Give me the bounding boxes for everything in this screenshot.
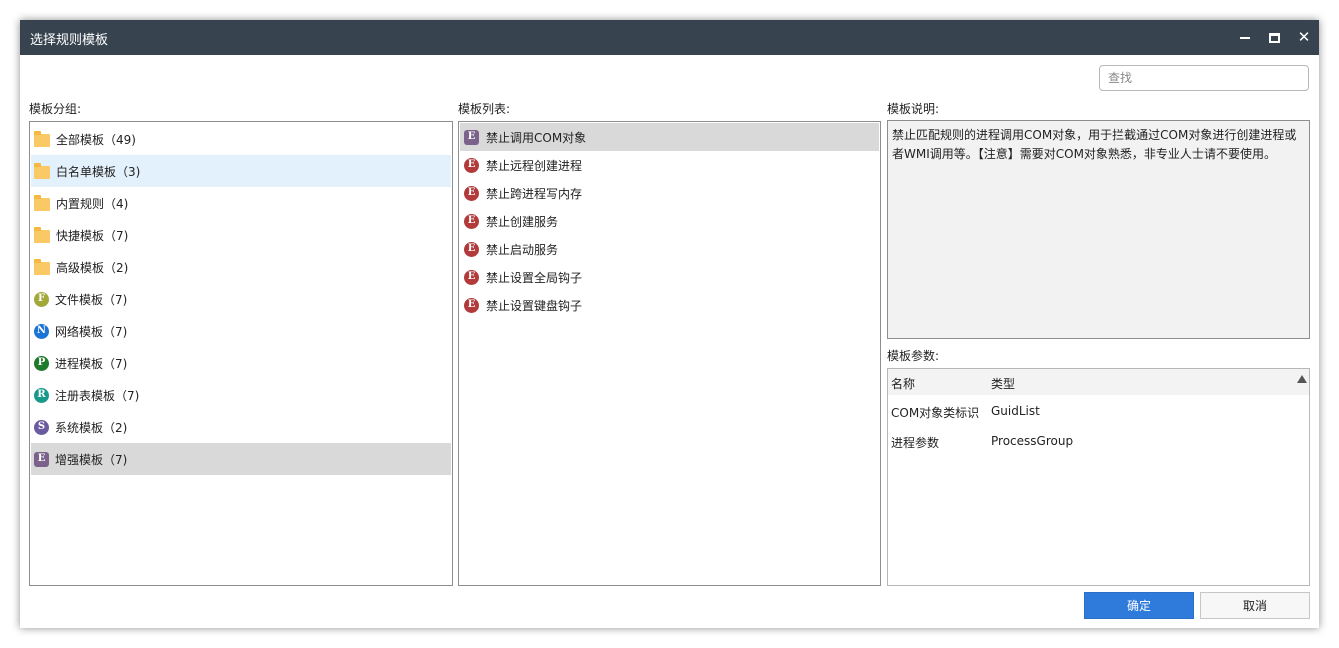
- cancel-button[interactable]: 取消: [1200, 592, 1310, 619]
- params-label: 模板参数:: [887, 349, 940, 363]
- registry-badge-icon: R: [34, 387, 49, 403]
- param-type: ProcessGroup: [991, 434, 1074, 448]
- param-type: GuidList: [991, 404, 1040, 418]
- search-input[interactable]: [1099, 65, 1309, 91]
- template-item-label: 禁止启动服务: [486, 242, 559, 257]
- group-item-quick[interactable]: 快捷模板（7): [31, 219, 451, 251]
- params-table-header: 名称 类型: [888, 369, 1309, 395]
- template-item[interactable]: E 禁止创建服务: [460, 207, 879, 235]
- close-icon: ✕: [1297, 28, 1311, 46]
- group-item-system[interactable]: S 系统模板（2): [31, 411, 451, 443]
- template-list-label: 模板列表:: [458, 102, 511, 116]
- folder-icon: [34, 130, 50, 147]
- group-item-label: 增强模板（7): [55, 452, 128, 467]
- group-item-network[interactable]: N 网络模板（7): [31, 315, 451, 347]
- title-bar[interactable]: 选择规则模板 ✕: [20, 20, 1319, 55]
- group-item-label: 注册表模板（7): [55, 388, 140, 403]
- group-list[interactable]: 全部模板（49) 白名单模板（3) 内置规则（4) 快捷模板（7) 高级模板（2…: [29, 121, 453, 586]
- group-item-builtin[interactable]: 内置规则（4): [31, 187, 451, 219]
- minimize-button[interactable]: [1230, 20, 1260, 55]
- group-item-label: 系统模板（2): [55, 420, 128, 435]
- enhanced-badge-icon: E: [464, 185, 479, 201]
- enhanced-badge-icon: E: [464, 297, 479, 313]
- table-row[interactable]: 进程参数 ProcessGroup: [888, 427, 1309, 457]
- group-item-enhanced[interactable]: E 增强模板（7): [31, 443, 451, 475]
- template-item[interactable]: E 禁止启动服务: [460, 235, 879, 263]
- template-item-label: 禁止远程创建进程: [486, 158, 583, 173]
- template-list[interactable]: E 禁止调用COM对象 E 禁止远程创建进程 E 禁止跨进程写内存 E 禁止创建…: [458, 121, 881, 586]
- table-row[interactable]: COM对象类标识 GuidList: [888, 397, 1309, 427]
- column-header-type[interactable]: 类型: [991, 375, 1015, 392]
- folder-icon: [34, 226, 50, 243]
- group-item-label: 进程模板（7): [55, 356, 128, 371]
- maximize-button[interactable]: [1259, 20, 1289, 55]
- group-item-all[interactable]: 全部模板（49): [31, 123, 451, 155]
- column-header-name[interactable]: 名称: [891, 375, 915, 392]
- process-badge-icon: P: [34, 355, 49, 371]
- sort-ascending-icon[interactable]: [1297, 375, 1307, 383]
- enhanced-badge-icon: E: [464, 241, 479, 257]
- group-item-label: 网络模板（7): [55, 324, 128, 339]
- group-item-label: 全部模板（49): [56, 132, 136, 147]
- template-item[interactable]: E 禁止调用COM对象: [460, 123, 879, 151]
- template-item-label: 禁止设置键盘钩子: [486, 298, 583, 313]
- enhanced-badge-icon: E: [464, 129, 479, 145]
- enhanced-badge-icon: E: [464, 157, 479, 173]
- file-badge-icon: F: [34, 291, 49, 307]
- close-button[interactable]: ✕: [1289, 20, 1319, 55]
- template-item-label: 禁止设置全局钩子: [486, 270, 583, 285]
- template-item-label: 禁止跨进程写内存: [486, 186, 583, 201]
- template-item[interactable]: E 禁止设置键盘钩子: [460, 291, 879, 319]
- ok-button[interactable]: 确定: [1084, 592, 1194, 619]
- enhanced-badge-icon: E: [464, 213, 479, 229]
- template-item[interactable]: E 禁止跨进程写内存: [460, 179, 879, 207]
- enhanced-badge-icon: E: [34, 451, 49, 467]
- group-item-advanced[interactable]: 高级模板（2): [31, 251, 451, 283]
- group-item-label: 文件模板（7): [55, 292, 128, 307]
- enhanced-badge-icon: E: [464, 269, 479, 285]
- params-table[interactable]: 名称 类型 COM对象类标识 GuidList 进程参数 ProcessGrou…: [887, 368, 1310, 586]
- param-name: COM对象类标识: [891, 406, 980, 420]
- group-item-process[interactable]: P 进程模板（7): [31, 347, 451, 379]
- group-item-file[interactable]: F 文件模板（7): [31, 283, 451, 315]
- template-item[interactable]: E 禁止设置全局钩子: [460, 263, 879, 291]
- network-badge-icon: N: [34, 323, 49, 339]
- group-item-label: 快捷模板（7): [56, 228, 129, 243]
- dialog-window: 选择规则模板 ✕ 模板分组: 模板列表: 模板说明: 全部模板（49) 白名单模…: [20, 20, 1319, 628]
- group-item-label: 白名单模板（3): [56, 164, 141, 179]
- param-name: 进程参数: [891, 436, 940, 450]
- folder-icon: [34, 194, 50, 211]
- window-title: 选择规则模板: [30, 33, 109, 48]
- group-item-registry[interactable]: R 注册表模板（7): [31, 379, 451, 411]
- folder-icon: [34, 162, 50, 179]
- group-list-label: 模板分组:: [29, 102, 82, 116]
- system-badge-icon: S: [34, 419, 49, 435]
- maximize-icon: [1268, 32, 1280, 43]
- template-item[interactable]: E 禁止远程创建进程: [460, 151, 879, 179]
- group-item-label: 高级模板（2): [56, 260, 129, 275]
- description-text: 禁止匹配规则的进程调用COM对象，用于拦截通过COM对象进行创建进程或者WMI调…: [887, 120, 1310, 339]
- folder-icon: [34, 258, 50, 275]
- group-item-whitelist[interactable]: 白名单模板（3): [31, 155, 451, 187]
- minimize-icon: [1240, 36, 1250, 39]
- template-item-label: 禁止创建服务: [486, 214, 559, 229]
- description-label: 模板说明:: [887, 102, 940, 116]
- group-item-label: 内置规则（4): [56, 196, 129, 211]
- template-item-label: 禁止调用COM对象: [486, 130, 587, 145]
